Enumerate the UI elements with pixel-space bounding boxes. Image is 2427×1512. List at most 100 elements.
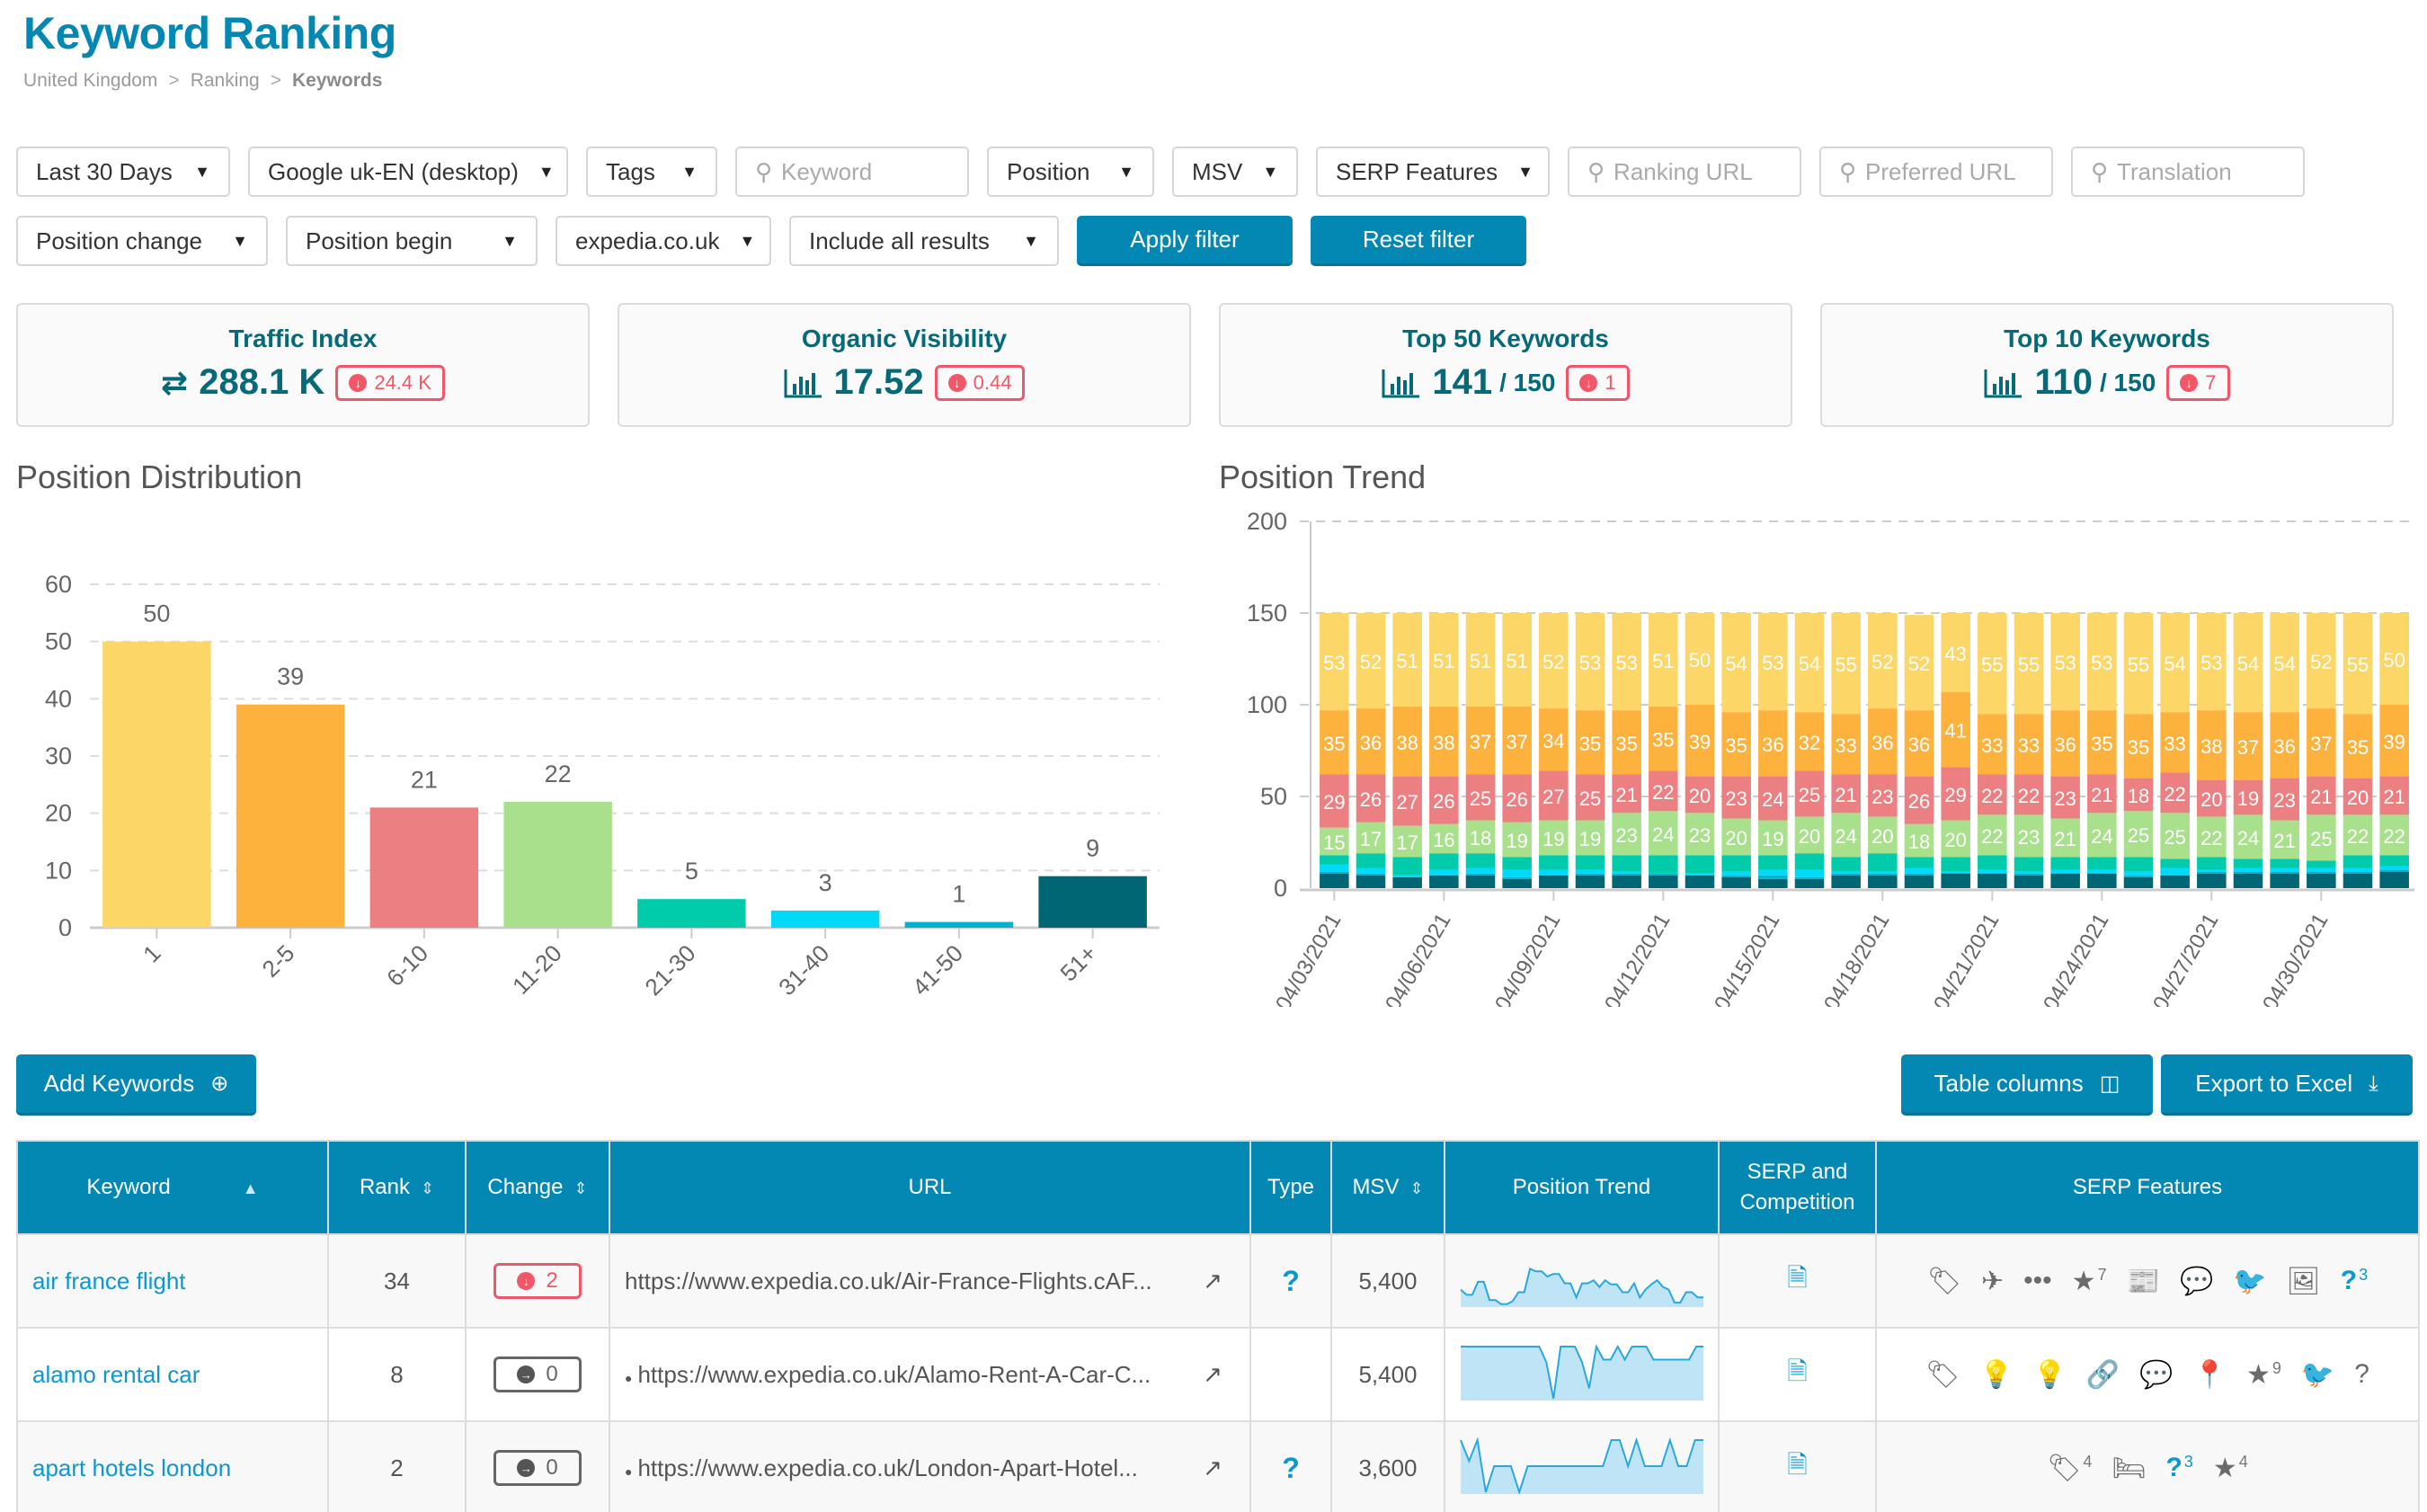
segment-label: 20 (1689, 785, 1711, 807)
tags-icon[interactable]: 🏷 (1925, 1359, 1960, 1391)
table-row[interactable]: alamo rental car 8 → 0 ● https://www.expedia.… (16, 1327, 2420, 1422)
data-label: 9 (1086, 835, 1099, 862)
stacked-bar-segment (2050, 857, 2080, 870)
msv-select[interactable]: MSV ▼ (1172, 147, 1298, 197)
sort-icon[interactable]: ⇕ (421, 1179, 434, 1197)
tags-select[interactable]: Tags ▼ (586, 147, 717, 197)
question-icon[interactable]: ? 3 (2341, 1266, 2368, 1296)
table-row[interactable]: air france flight 34 ↓ 2 https://www.expedia… (16, 1233, 2420, 1329)
external-link-icon[interactable]: ↗ (1203, 1267, 1222, 1295)
add-keywords-button[interactable]: Add Keywords ⊕ (16, 1054, 256, 1116)
bar-chart-icon (1382, 369, 1420, 397)
star-icon[interactable]: ★ 4 (2213, 1453, 2248, 1484)
position-trend-chart: 0 50 100 150 200 15 29 35 53 04/03/2021 17 26 36 52 17… (1247, 508, 2414, 1007)
segment-label: 23 (2054, 787, 2076, 810)
preferred-url-search-input[interactable]: ⚲ Preferred URL (1819, 147, 2053, 197)
segment-label: 37 (2237, 736, 2259, 759)
column-header-change[interactable]: Change ⇕ (465, 1140, 610, 1235)
twitter-icon[interactable]: 🐦 (2233, 1266, 2266, 1297)
stacked-bar-segment (1465, 875, 1496, 888)
result-scope-select[interactable]: Include all results ▼ (789, 216, 1059, 266)
stacked-bar-segment (1831, 857, 1861, 872)
ranking-url-search-input[interactable]: ⚲ Ranking URL (1568, 147, 1801, 197)
sort-icon[interactable]: ⇕ (573, 1179, 587, 1197)
y-tick-label: 20 (45, 800, 72, 827)
question-icon[interactable]: ? 3 (2165, 1453, 2192, 1483)
star-icon[interactable]: ★ 9 (2246, 1359, 2281, 1391)
bed-icon[interactable]: 🛏 (2111, 1453, 2146, 1484)
stacked-bar-segment (1612, 875, 1641, 888)
breadcrumb-item-country[interactable]: United Kingdom (23, 70, 157, 92)
external-link-icon[interactable]: ↗ (1203, 1454, 1222, 1482)
keyword-search-input[interactable]: ⚲ Keyword (735, 147, 969, 197)
select-label: Tags (606, 157, 655, 185)
table-columns-button[interactable]: Table columns ◫ (1901, 1054, 2153, 1116)
column-header-rank[interactable]: Rank ⇕ (327, 1140, 467, 1235)
segment-label: 18 (1908, 831, 1930, 853)
lightbulb-icon[interactable]: 💡 (1979, 1359, 2013, 1391)
stacked-bar-segment (1941, 857, 1970, 872)
segment-label: 25 (2164, 826, 2185, 849)
url-link[interactable]: https://www.expedia.co.uk/Air-France-Fli… (625, 1267, 1152, 1294)
search-engine-select[interactable]: Google uk-EN (desktop) ▼ (248, 147, 568, 197)
translation-search-input[interactable]: ⚲ Translation (2071, 147, 2305, 197)
stacked-bar-segment (1831, 871, 1861, 874)
serp-features-list: 🏷 4 🛏 ? 3 ★ 4 (1877, 1453, 2418, 1484)
stacked-bar-segment (2379, 866, 2409, 870)
document-icon[interactable]: 🗎 (1787, 1357, 1808, 1385)
map-marker-icon[interactable]: 📍 (2193, 1359, 2227, 1391)
column-header-msv[interactable]: MSV ⇕ (1330, 1140, 1445, 1235)
stacked-bar-segment (1429, 875, 1459, 888)
caret-down-icon: ▼ (538, 162, 555, 181)
reset-filter-button[interactable]: Reset filter (1311, 216, 1526, 266)
question-icon[interactable]: ? (2354, 1359, 2369, 1390)
export-excel-button[interactable]: Export to Excel ⤓ (2161, 1054, 2413, 1116)
position-select[interactable]: Position ▼ (987, 147, 1154, 197)
segment-label: 55 (1835, 654, 1856, 676)
breadcrumb-item-ranking[interactable]: Ranking (191, 70, 260, 92)
column-header-keyword[interactable]: Keyword ▲ (16, 1140, 329, 1235)
tags-icon[interactable]: 🏷 (1927, 1266, 1961, 1297)
stacked-bar-segment (1649, 873, 1678, 876)
tags-icon[interactable]: 🏷 4 (2047, 1453, 2092, 1484)
comments-icon[interactable]: 💬 (2139, 1359, 2173, 1391)
stacked-bar-segment (1941, 873, 1970, 888)
sort-icon[interactable]: ⇕ (1409, 1179, 1423, 1197)
segment-label: 27 (1542, 786, 1564, 808)
external-link-icon[interactable]: ↗ (1203, 1361, 1222, 1389)
keyword-link[interactable]: apart hotels london (18, 1454, 231, 1481)
link-icon[interactable]: 🔗 (2086, 1359, 2120, 1391)
keyword-link[interactable]: air france flight (18, 1267, 186, 1294)
twitter-icon[interactable]: 🐦 (2301, 1359, 2334, 1391)
apply-filter-button[interactable]: Apply filter (1077, 216, 1293, 266)
select-label: Position change (36, 227, 203, 254)
domain-select[interactable]: expedia.co.uk ▼ (556, 216, 771, 266)
star-icon[interactable]: ★ 7 (2072, 1266, 2107, 1297)
url-link[interactable]: https://www.expedia.co.uk/Alamo-Rent-A-C… (637, 1361, 1151, 1388)
newspaper-icon[interactable]: 📰 (2127, 1266, 2160, 1297)
comments-icon[interactable]: 💬 (2180, 1266, 2213, 1297)
document-icon[interactable]: 🗎 (1787, 1451, 1808, 1479)
arrow-down-circle-icon: ↓ (517, 1272, 536, 1290)
date-range-select[interactable]: Last 30 Days ▼ (16, 147, 230, 197)
bar (102, 641, 211, 928)
keyword-link[interactable]: alamo rental car (18, 1361, 200, 1388)
stacked-bar-segment (1904, 875, 1934, 888)
segment-label: 50 (2383, 649, 2405, 672)
table-row[interactable]: apart hotels london 2 → 0 ● https://www.exped… (16, 1420, 2420, 1512)
lightbulb-icon[interactable]: 💡 (2033, 1359, 2067, 1391)
segment-label: 54 (2237, 653, 2259, 675)
position-begin-select[interactable]: Position begin ▼ (286, 216, 538, 266)
sort-asc-icon[interactable]: ▲ (243, 1179, 259, 1197)
rank-cell: 2 (327, 1420, 467, 1512)
bar (503, 801, 612, 928)
image-icon[interactable]: 🖼 (2287, 1266, 2321, 1297)
url-link[interactable]: https://www.expedia.co.uk/London-Apart-H… (637, 1454, 1137, 1481)
plane-icon[interactable]: ✈ (1981, 1266, 2004, 1297)
ellipsis-icon[interactable]: ••• (2023, 1266, 2052, 1296)
serp-features-select[interactable]: SERP Features ▼ (1316, 147, 1550, 197)
segment-label: 53 (2200, 652, 2222, 674)
position-change-select[interactable]: Position change ▼ (16, 216, 268, 266)
document-icon[interactable]: 🗎 (1787, 1264, 1808, 1292)
segment-label: 20 (1944, 829, 1966, 851)
